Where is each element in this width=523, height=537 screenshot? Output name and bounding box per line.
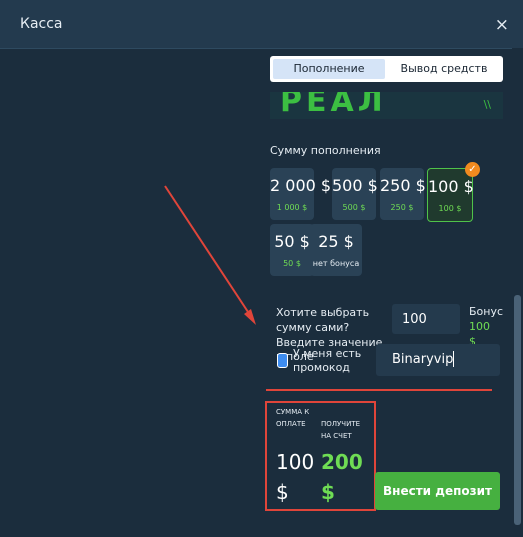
annotation-arrow-icon [164, 185, 256, 325]
